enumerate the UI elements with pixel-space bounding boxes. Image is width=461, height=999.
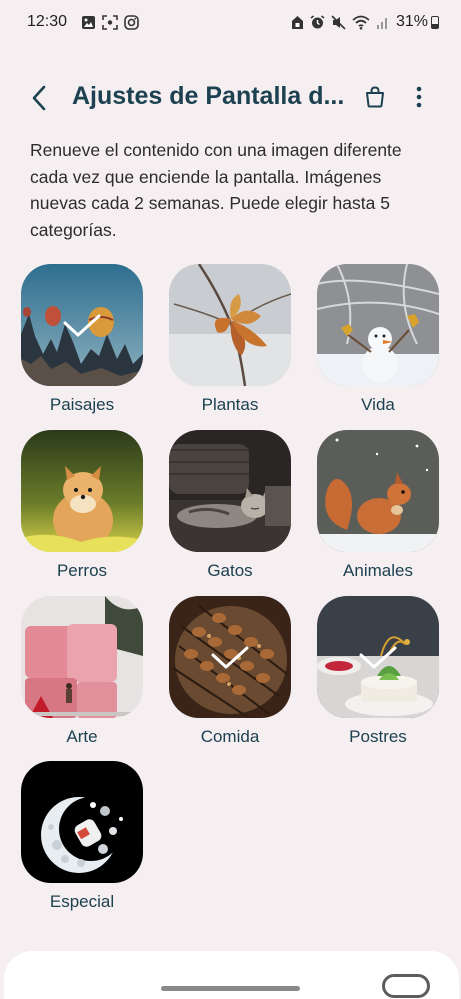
dog-image bbox=[21, 430, 143, 552]
snowman-image bbox=[317, 264, 439, 386]
category-gatos[interactable]: Gatos bbox=[169, 430, 291, 590]
toggle-switch[interactable] bbox=[382, 974, 430, 998]
store-button[interactable] bbox=[360, 82, 390, 112]
checkmark-icon bbox=[359, 646, 397, 669]
category-label: Especial bbox=[49, 892, 115, 911]
wifi-icon bbox=[352, 15, 370, 30]
app-bar: Ajustes de Pantalla d... bbox=[0, 72, 461, 122]
category-label: Plantas bbox=[201, 395, 259, 414]
clock: 12:30 bbox=[27, 13, 68, 30]
shopping-bag-icon bbox=[366, 86, 384, 108]
category-especial[interactable]: Especial bbox=[21, 761, 143, 921]
more-options-button[interactable] bbox=[406, 82, 432, 112]
category-thumbnail bbox=[317, 264, 439, 386]
mute-icon bbox=[331, 14, 346, 30]
moon-astronaut-image bbox=[21, 761, 143, 883]
category-label: Animales bbox=[343, 561, 413, 580]
category-comida[interactable]: Comida bbox=[169, 596, 291, 756]
more-vert-icon bbox=[416, 86, 422, 108]
category-label: Paisajes bbox=[49, 395, 115, 414]
category-vida[interactable]: Vida bbox=[317, 264, 439, 424]
category-plantas[interactable]: Plantas bbox=[169, 264, 291, 424]
checkmark-icon bbox=[211, 646, 249, 669]
category-label: Vida bbox=[361, 395, 395, 414]
art-sculpture-image bbox=[21, 596, 143, 718]
signal-icon bbox=[376, 15, 390, 30]
category-label: Perros bbox=[56, 561, 108, 580]
category-arte[interactable]: Arte bbox=[21, 596, 143, 756]
squirrel-image bbox=[317, 430, 439, 552]
screenshot-icon bbox=[102, 14, 118, 30]
battery-fill bbox=[432, 24, 438, 28]
instagram-icon bbox=[124, 14, 139, 30]
bottom-settings-panel bbox=[4, 951, 459, 999]
chevron-left-icon bbox=[32, 85, 46, 111]
category-label: Postres bbox=[349, 727, 407, 746]
cat-image bbox=[169, 430, 291, 552]
category-perros[interactable]: Perros bbox=[21, 430, 143, 590]
category-thumbnail bbox=[317, 430, 439, 552]
category-thumbnail bbox=[21, 761, 143, 883]
category-thumbnail bbox=[169, 264, 291, 386]
checkmark-icon bbox=[63, 314, 101, 337]
category-label: Comida bbox=[200, 727, 260, 746]
battery-icon bbox=[431, 15, 439, 29]
page-title: Ajustes de Pantalla d... bbox=[72, 82, 345, 110]
category-thumbnail bbox=[21, 430, 143, 552]
category-postres[interactable]: Postres bbox=[317, 596, 439, 756]
back-button[interactable] bbox=[24, 83, 54, 113]
gallery-icon bbox=[81, 15, 96, 30]
category-paisajes[interactable]: Paisajes bbox=[21, 264, 143, 424]
battery-indicator: 31% bbox=[396, 13, 439, 31]
category-animales[interactable]: Animales bbox=[317, 430, 439, 590]
category-label: Arte bbox=[66, 727, 98, 746]
category-label: Gatos bbox=[207, 561, 253, 580]
category-thumbnail bbox=[21, 596, 143, 718]
home-lock-icon bbox=[291, 15, 304, 30]
status-bar: 12:30 31% bbox=[0, 0, 461, 44]
plant-leaves-image bbox=[169, 264, 291, 386]
description-text: Renueve el contenido con una imagen dife… bbox=[30, 140, 402, 240]
alarm-icon bbox=[310, 14, 325, 30]
battery-percent: 31% bbox=[395, 13, 428, 30]
status-right: 31% bbox=[291, 13, 439, 31]
status-left: 12:30 bbox=[27, 13, 139, 31]
screen: 12:30 31% Ajustes de Pantalla d... Renue… bbox=[0, 0, 461, 999]
category-thumbnail bbox=[169, 430, 291, 552]
home-indicator[interactable] bbox=[161, 986, 300, 991]
